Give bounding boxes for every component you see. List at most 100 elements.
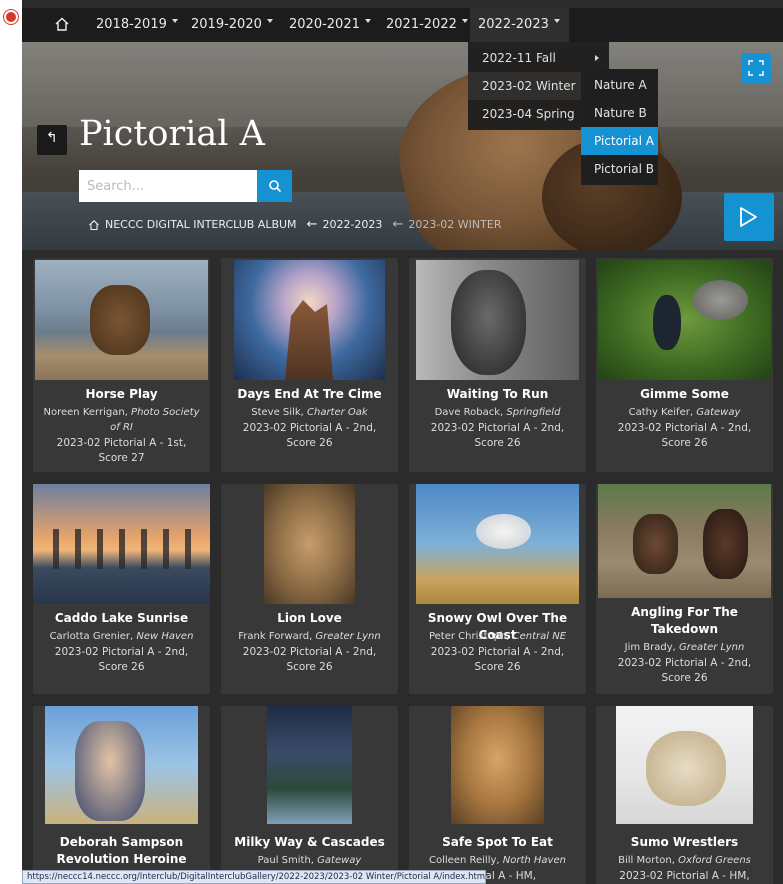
card-photo: [234, 260, 385, 380]
card-author: Frank Forward, Greater Lynn: [238, 631, 381, 642]
gallery-card[interactable]: Angling For The Takedown Jim Brady, Grea…: [596, 484, 773, 694]
card-photo: [598, 484, 771, 598]
search-input[interactable]: [79, 170, 257, 202]
gallery-card[interactable]: Gimme Some Cathy Keifer, Gateway 2023-02…: [596, 258, 773, 472]
site-logo-icon[interactable]: [4, 10, 18, 24]
card-photo: [267, 706, 352, 824]
card-award: 2023-02 Pictorial A - 2nd, Score 26: [430, 422, 565, 449]
app: 2018-2019 2019-2020 2020-2021 2021-2022 …: [22, 0, 783, 884]
card-club: Oxford Greens: [678, 855, 751, 866]
card-title: Safe Spot To Eat: [442, 835, 553, 849]
card-author-name: Steve Silk: [251, 407, 301, 418]
card-title: Horse Play: [85, 387, 158, 401]
card-author-name: Colleen Reilly: [429, 855, 497, 866]
caret-right-icon: [595, 55, 599, 61]
gallery-card[interactable]: Deborah Sampson Revolution Heroine: [33, 706, 210, 884]
fullscreen-button[interactable]: [741, 53, 771, 83]
card-author: Steve Silk, Charter Oak: [251, 407, 368, 418]
card-photo: [451, 706, 544, 824]
menu-item-2022-11-fall[interactable]: 2022-11 Fall: [468, 44, 609, 72]
card-author-name: Noreen Kerrigan: [43, 407, 125, 418]
up-level-button[interactable]: ↰: [37, 125, 67, 155]
arrow-left-icon: ←: [392, 217, 404, 232]
home-icon[interactable]: [54, 16, 70, 32]
status-bar-url: https://neccc14.neccc.org/Interclub/Digi…: [22, 870, 486, 884]
gallery-card[interactable]: Sumo Wrestlers Bill Morton, Oxford Green…: [596, 706, 773, 884]
card-title: Lion Love: [277, 611, 342, 625]
search-icon: [269, 180, 282, 193]
nav-item-2022-2023[interactable]: 2022-2023: [470, 8, 569, 42]
card-title: Days End At Tre Cime: [237, 387, 382, 401]
card-award: 2023-02 Pictorial A - 2nd, Score 26: [242, 422, 377, 449]
arrow-left-icon: ←: [306, 217, 318, 232]
submenu-item-pictorial-a[interactable]: Pictorial A: [581, 127, 658, 155]
nav-item-2021-2022[interactable]: 2021-2022: [378, 8, 476, 42]
card-award: 2023-02 Pictorial A - HM,: [619, 870, 750, 882]
submenu-item-nature-b[interactable]: Nature B: [581, 99, 658, 127]
nav-item-2019-2020[interactable]: 2019-2020: [183, 8, 281, 42]
card-author-name: Cathy Keifer: [628, 407, 690, 418]
card-award: 2023-02 Pictorial A - 2nd, Score 26: [242, 646, 377, 673]
gallery-card[interactable]: Days End At Tre Cime Steve Silk, Charter…: [221, 258, 398, 472]
card-author: Noreen Kerrigan, Photo Society of RI: [43, 407, 200, 433]
breadcrumb: NECCC DIGITAL INTERCLUB ALBUM ← 2022-202…: [88, 217, 511, 232]
breadcrumb-home[interactable]: NECCC DIGITAL INTERCLUB ALBUM: [105, 218, 297, 231]
card-title: Gimme Some: [640, 387, 729, 401]
left-margin: [0, 0, 22, 884]
card-club: North Haven: [502, 855, 566, 866]
caret-down-icon: [364, 18, 371, 23]
card-club: Charter Oak: [307, 407, 368, 418]
nav-item-2020-2021[interactable]: 2020-2021: [281, 8, 379, 42]
page-title: Pictorial A: [79, 114, 265, 154]
card-photo: [264, 484, 355, 604]
return-arrow-icon: ↰: [46, 130, 58, 146]
card-club: Gateway: [317, 855, 362, 866]
gallery-card[interactable]: Milky Way & Cascades Paul Smith, Gateway: [221, 706, 398, 884]
card-photo: [35, 260, 208, 380]
card-author: Carlotta Grenier, New Haven: [49, 631, 194, 642]
breadcrumb-session[interactable]: 2023-02 WINTER: [408, 218, 501, 231]
card-award: 2023-02 Pictorial A - 2nd, Score 26: [430, 646, 565, 673]
gallery-card[interactable]: Snowy Owl Over The Coast Peter Christoph…: [409, 484, 586, 694]
card-photo: [416, 484, 579, 604]
card-author: Bill Morton, Oxford Greens: [618, 855, 751, 866]
card-award: 2023-02 Pictorial A - 2nd, Score 26: [617, 657, 752, 684]
card-title: Waiting To Run: [446, 387, 549, 401]
card-title: Sumo Wrestlers: [630, 835, 739, 849]
menu-item-label: 2023-02 Winter: [482, 79, 576, 93]
card-author: Jim Brady, Greater Lynn: [624, 642, 745, 653]
card-author: Cathy Keifer, Gateway: [628, 407, 741, 418]
gallery-card[interactable]: Lion Love Frank Forward, Greater Lynn 20…: [221, 484, 398, 694]
fullscreen-icon: [748, 60, 764, 76]
gallery-card[interactable]: Horse Play Noreen Kerrigan, Photo Societ…: [33, 258, 210, 472]
card-photo: [598, 260, 771, 380]
nav-item-label: 2022-2023: [478, 17, 549, 32]
card-author-name: Peter Christoph: [428, 631, 507, 642]
caret-down-icon: [171, 18, 178, 23]
gallery-card[interactable]: Safe Spot To Eat Colleen Reilly, North H…: [409, 706, 586, 884]
submenu-item-pictorial-b[interactable]: Pictorial B: [581, 155, 658, 183]
caret-down-icon: [461, 18, 468, 23]
slideshow-play-button[interactable]: [724, 193, 774, 241]
home-icon: [89, 219, 99, 230]
card-club: Central NE: [512, 631, 567, 642]
breadcrumb-year[interactable]: 2022-2023: [322, 218, 382, 231]
card-title: Caddo Lake Sunrise: [54, 611, 189, 625]
card-author-name: Bill Morton: [618, 855, 672, 866]
nav-item-label: 2020-2021: [289, 17, 360, 32]
card-club: Greater Lynn: [315, 631, 381, 642]
card-award: 2023-02 Pictorial A - 1st, Score 27: [56, 437, 187, 464]
nav-item-2018-2019[interactable]: 2018-2019: [88, 8, 186, 42]
caret-down-icon: [266, 18, 273, 23]
card-photo: [45, 706, 198, 824]
search-button[interactable]: [257, 170, 292, 202]
nav-item-label: 2018-2019: [96, 17, 167, 32]
gallery-card[interactable]: Caddo Lake Sunrise Carlotta Grenier, New…: [33, 484, 210, 694]
card-author-name: Carlotta Grenier: [49, 631, 131, 642]
card-club: Springfield: [506, 407, 561, 418]
card-photo: [33, 484, 210, 604]
gallery-card[interactable]: Waiting To Run Dave Roback, Springfield …: [409, 258, 586, 472]
card-author: Colleen Reilly, North Haven: [429, 855, 566, 866]
card-author-name: Frank Forward: [238, 631, 310, 642]
submenu-item-nature-a[interactable]: Nature A: [581, 71, 658, 99]
